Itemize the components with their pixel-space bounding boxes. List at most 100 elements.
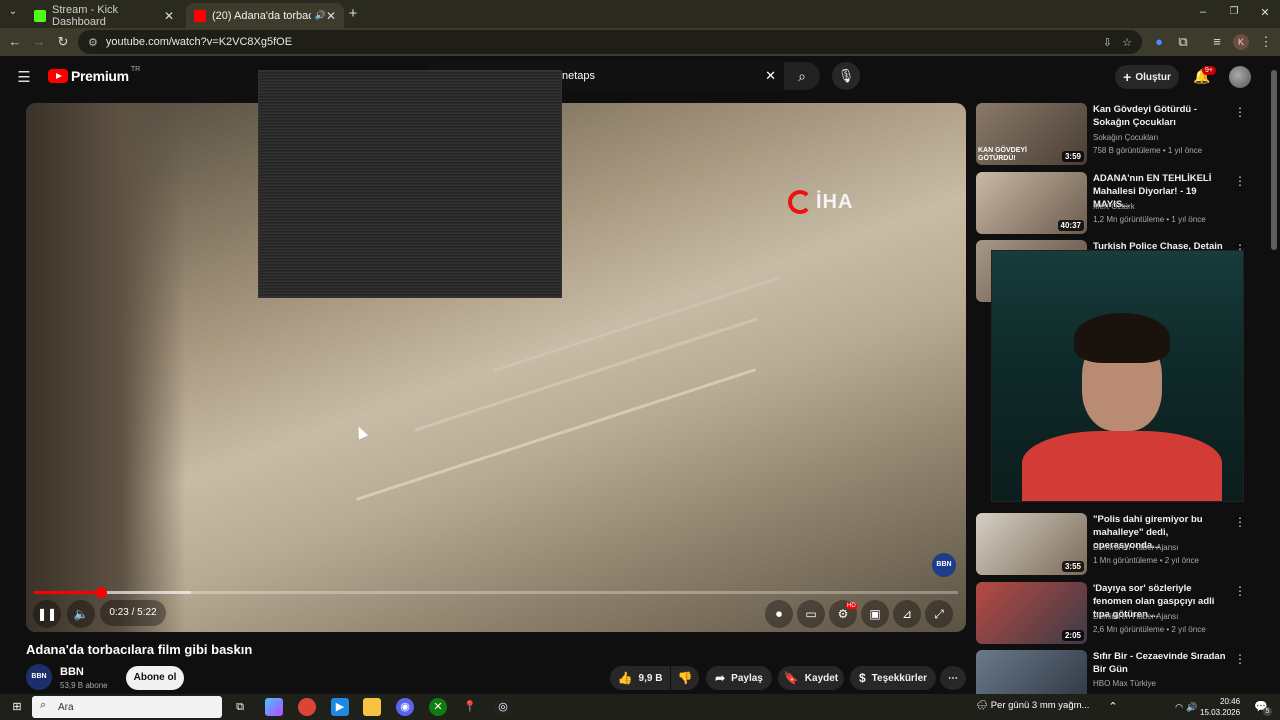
- close-tab-icon[interactable]: ✕: [164, 9, 174, 23]
- video-progress-bar[interactable]: [34, 587, 958, 598]
- tab-search-chevron-icon[interactable]: ⌄: [4, 6, 22, 17]
- recommendation-item[interactable]: 2:05 'Dayıya sor' sözleriyle fenomen ola…: [976, 582, 1266, 646]
- page-scrollbar[interactable]: [1271, 70, 1277, 250]
- recommendation-channel: HBO Max Türkiye: [1093, 679, 1156, 688]
- more-options-icon[interactable]: ⋮: [1234, 174, 1246, 188]
- volume-tray-icon[interactable]: 🔊: [1183, 698, 1201, 716]
- new-tab-button[interactable]: +: [344, 5, 362, 22]
- account-avatar[interactable]: [1229, 66, 1251, 88]
- recommendation-meta: 1,2 Mn görüntüleme • 1 yıl önce: [1093, 215, 1206, 224]
- tab-kick-dashboard[interactable]: Stream - Kick Dashboard ✕: [26, 3, 182, 28]
- obs-icon[interactable]: ◎: [494, 698, 512, 716]
- extension-icon[interactable]: ●: [1150, 34, 1168, 49]
- time-display: 0:23 / 5:22: [100, 600, 166, 626]
- hd-badge: HD: [846, 603, 857, 609]
- logo-text: Premium: [71, 68, 129, 84]
- save-button[interactable]: 🔖 Kaydet: [778, 666, 844, 690]
- taskbar-search-placeholder: Ara: [58, 701, 74, 713]
- video-thumbnail: KAN GÖVDEYİ GÖTÜRDÜ! 3:59: [976, 103, 1087, 165]
- visual-studio-icon[interactable]: ▶: [331, 698, 349, 716]
- xbox-icon[interactable]: ✕: [429, 698, 447, 716]
- install-app-icon[interactable]: ⇩: [1103, 36, 1112, 49]
- create-button[interactable]: + Oluştur: [1115, 65, 1179, 89]
- address-bar[interactable]: ⚙ youtube.com/watch?v=K2VC8Xg5fOE ⇩ ☆: [78, 30, 1142, 54]
- chrome-icon[interactable]: [298, 698, 316, 716]
- video-duration: 3:55: [1061, 561, 1084, 572]
- video-thumbnail: 3:55: [976, 513, 1087, 575]
- scrubber-knob[interactable]: [95, 587, 107, 598]
- reload-icon[interactable]: ↻: [54, 34, 72, 50]
- fullscreen-button[interactable]: ⤢: [925, 600, 953, 628]
- save-label: Kaydet: [804, 672, 839, 684]
- weather-text: Per günü 3 mm yağm...: [990, 700, 1090, 711]
- channel-avatar[interactable]: BBN: [26, 664, 52, 690]
- taskbar-search[interactable]: ⌕ Ara: [32, 696, 222, 718]
- more-options-icon[interactable]: ⋮: [1234, 584, 1246, 598]
- recommendation-item[interactable]: KAN GÖVDEYİ GÖTÜRDÜ! 3:59 Kan Gövdeyi Gö…: [976, 103, 1266, 167]
- restore-window-button[interactable]: ❐: [1225, 6, 1243, 17]
- search-value: netaps: [562, 70, 596, 82]
- copilot-icon[interactable]: [265, 698, 283, 716]
- channel-watermark[interactable]: BBN: [932, 553, 956, 577]
- file-explorer-icon[interactable]: [363, 698, 381, 716]
- static-noise-overlay: [258, 70, 562, 298]
- discord-icon[interactable]: ◉: [396, 698, 414, 716]
- back-icon[interactable]: ←: [6, 34, 24, 49]
- share-button[interactable]: ➦ Paylaş: [706, 666, 772, 690]
- search-button[interactable]: ⌕: [784, 62, 820, 90]
- more-options-icon[interactable]: ⋮: [1234, 515, 1246, 529]
- more-options-icon[interactable]: ⋮: [1234, 652, 1246, 666]
- kick-favicon-icon: [34, 9, 46, 22]
- close-window-button[interactable]: ✕: [1256, 6, 1274, 19]
- extensions-puzzle-icon[interactable]: ⧉: [1174, 34, 1192, 50]
- autoplay-toggle[interactable]: ⏺: [765, 600, 793, 628]
- more-options-icon[interactable]: ⋮: [1234, 105, 1246, 119]
- speaker-icon[interactable]: 🔊: [315, 10, 326, 21]
- media-controls-icon[interactable]: ≡: [1208, 34, 1226, 49]
- thanks-button[interactable]: $ Teşekkürler: [850, 666, 936, 690]
- profile-avatar[interactable]: K: [1233, 34, 1249, 50]
- channel-name[interactable]: BBN: [60, 666, 84, 678]
- system-clock[interactable]: 20:46 15.03.2026: [1200, 696, 1240, 718]
- dislike-button[interactable]: 👎: [671, 666, 699, 690]
- tab-label: (20) Adana'da torbacılara fi: [212, 9, 311, 22]
- theater-mode-button[interactable]: ▣: [861, 600, 889, 628]
- cast-button[interactable]: ⊿: [893, 600, 921, 628]
- recommendation-meta: 758 B görüntüleme • 1 yıl önce: [1093, 146, 1203, 155]
- youtube-play-logo-icon: [48, 69, 68, 83]
- youtube-premium-logo[interactable]: Premium TR: [48, 65, 141, 84]
- video-thumbnail: [976, 650, 1087, 694]
- like-button[interactable]: 👍 9,9 B: [610, 666, 670, 690]
- tab-youtube-video[interactable]: (20) Adana'da torbacılara fi 🔊 ✕: [186, 3, 344, 28]
- recommendation-item[interactable]: 40:37 ADANA'nın EN TEHLİKELİ Mahallesi D…: [976, 172, 1266, 236]
- close-tab-icon[interactable]: ✕: [326, 9, 336, 23]
- recommendation-title: Sıfır Bir - Cezaevinde Sıradan Bir Gün: [1093, 651, 1226, 675]
- subtitles-button[interactable]: ▭: [797, 600, 825, 628]
- recommendation-item[interactable]: Sıfır Bir - Cezaevinde Sıradan Bir Gün H…: [976, 650, 1266, 694]
- subscribe-button[interactable]: Abone ol: [126, 666, 184, 690]
- minimize-window-button[interactable]: –: [1194, 6, 1212, 18]
- hamburger-menu-icon[interactable]: ☰: [15, 68, 33, 86]
- tab-label: Stream - Kick Dashboard: [52, 3, 119, 28]
- clear-search-icon[interactable]: ✕: [765, 68, 776, 84]
- volume-button[interactable]: 🔈: [67, 600, 95, 628]
- video-thumbnail: 2:05: [976, 582, 1087, 644]
- windows-start-icon[interactable]: ⊞: [8, 698, 26, 716]
- tray-chevron-icon[interactable]: ⌃: [1104, 698, 1122, 716]
- recommendation-item[interactable]: 3:55 "Polis dahi giremiyor bu mahalleye"…: [976, 513, 1266, 577]
- voice-search-button[interactable]: 🎙: [832, 62, 860, 90]
- weather-widget[interactable]: 🌧 Per günü 3 mm yağm...: [976, 700, 1089, 711]
- browser-menu-icon[interactable]: ⋮: [1257, 34, 1275, 50]
- bookmark-star-icon[interactable]: ☆: [1122, 36, 1132, 49]
- video-title: Adana'da torbacılara film gibi baskın: [26, 642, 253, 657]
- task-view-icon[interactable]: ⧉: [231, 698, 249, 716]
- pause-button[interactable]: ❚❚: [33, 600, 61, 628]
- country-code: TR: [130, 65, 141, 73]
- search-icon: ⌕: [798, 68, 806, 84]
- recommendation-channel: Demirören Haber Ajansı: [1093, 612, 1179, 621]
- more-actions-button[interactable]: ⋯: [940, 666, 966, 690]
- youtube-header: ☰ Premium TR netaps ✕ ⌕ 🎙 + Oluştur 🔔 9+: [0, 56, 1280, 100]
- forward-icon[interactable]: →: [30, 34, 48, 49]
- maps-pin-icon[interactable]: 📍: [461, 698, 479, 716]
- site-info-icon[interactable]: ⚙: [88, 36, 98, 49]
